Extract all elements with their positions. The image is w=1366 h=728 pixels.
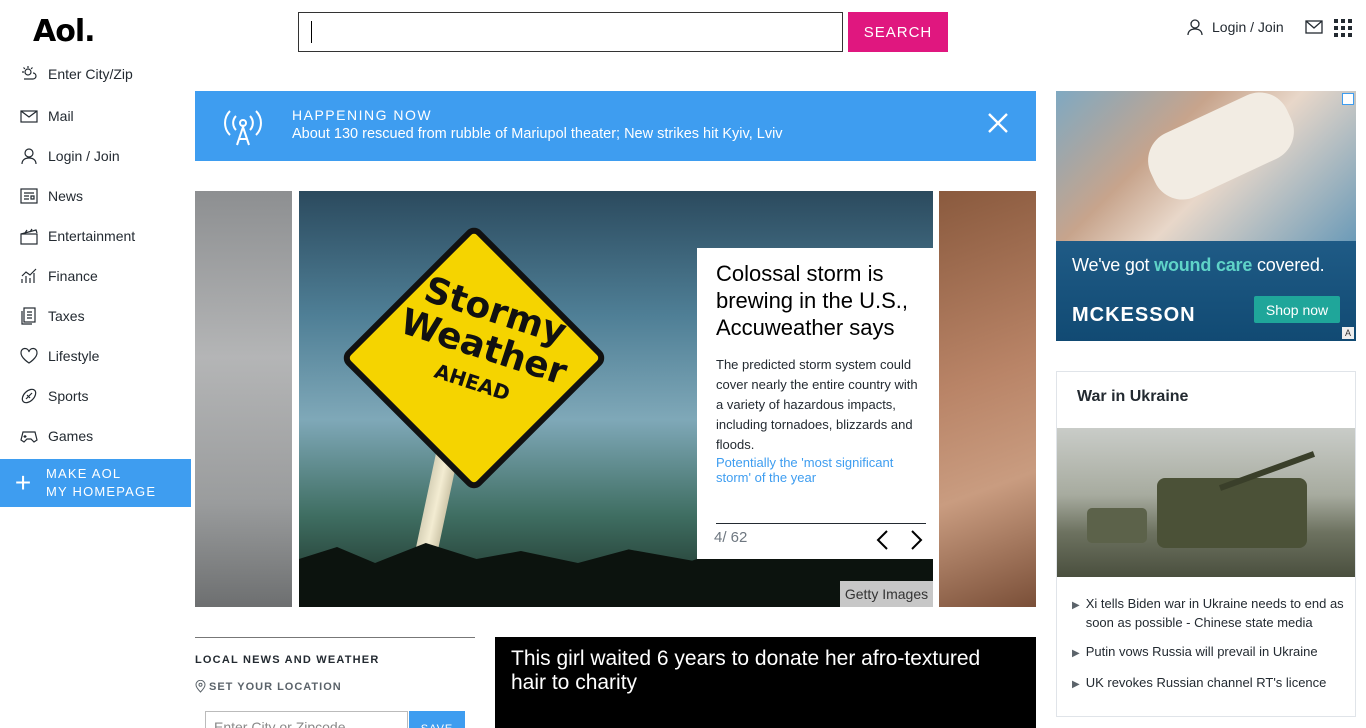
- sidebar-item-location[interactable]: Enter City/Zip: [0, 60, 191, 88]
- heart-icon: [20, 347, 38, 364]
- document-icon: [21, 307, 36, 325]
- close-icon[interactable]: [987, 112, 1009, 134]
- ad-cta-button[interactable]: Shop now: [1254, 296, 1340, 323]
- apps-grid-icon[interactable]: [1334, 19, 1352, 37]
- sidebar-item-taxes[interactable]: Taxes: [0, 296, 191, 336]
- gamepad-icon: [20, 431, 38, 443]
- video-title: This girl waited 6 years to donate her a…: [511, 647, 981, 694]
- ukraine-tank-image[interactable]: [1057, 428, 1355, 577]
- card-divider: [716, 523, 926, 524]
- news-icon: [20, 188, 38, 204]
- top-login-link[interactable]: Login / Join: [1186, 18, 1284, 36]
- happening-label: HAPPENING NOW: [292, 107, 433, 123]
- chart-icon: [21, 268, 37, 283]
- top-login-label: Login / Join: [1212, 19, 1284, 35]
- make-home-line2: MY HOMEPAGE: [46, 484, 157, 499]
- happening-now-banner[interactable]: HAPPENING NOW About 130 rescued from rub…: [195, 91, 1036, 161]
- sidebar-item-lifestyle[interactable]: Lifestyle: [0, 336, 191, 376]
- sidebar-item-news[interactable]: News: [0, 176, 191, 216]
- location-pin-icon: [195, 680, 206, 693]
- make-home-line1: MAKE AOL: [46, 466, 122, 481]
- sidebar-item-finance[interactable]: Finance: [0, 256, 191, 296]
- adchoices-icon[interactable]: [1342, 93, 1354, 105]
- sidebar-item-label: Entertainment: [48, 228, 136, 244]
- sidebar-item-sports[interactable]: Sports: [0, 376, 191, 416]
- sidebar-item-label: Sports: [48, 388, 89, 404]
- search-button[interactable]: SEARCH: [848, 12, 948, 52]
- sidebar-item-label: Enter City/Zip: [48, 66, 133, 82]
- sidebar-item-label: Mail: [48, 108, 74, 124]
- sidebar-item-label: Games: [48, 428, 94, 444]
- user-icon: [21, 148, 37, 165]
- ad-info-icon[interactable]: A: [1342, 327, 1354, 339]
- mail-icon: [20, 110, 38, 123]
- sidebar-item-games[interactable]: Games: [0, 416, 191, 456]
- local-news-title: LOCAL NEWS AND WEATHER: [195, 654, 380, 666]
- mail-icon[interactable]: [1305, 20, 1323, 34]
- tank-graphic: [1157, 478, 1307, 548]
- text-caret: [311, 21, 312, 43]
- aol-logo[interactable]: Aol.: [33, 14, 96, 49]
- chevron-right-icon[interactable]: [910, 529, 924, 551]
- clapperboard-icon: [20, 228, 38, 245]
- slide-counter: 4/ 62: [714, 529, 748, 546]
- war-in-ukraine-module: War in Ukraine ▶ Xi tells Biden war in Uk…: [1056, 371, 1356, 717]
- football-icon: [21, 388, 37, 404]
- zip-input[interactable]: Enter City or Zipcode: [205, 711, 408, 728]
- plus-icon: +: [14, 467, 32, 498]
- video-player[interactable]: This girl waited 6 years to donate her a…: [495, 637, 1036, 728]
- search-input[interactable]: [298, 12, 843, 52]
- advertisement[interactable]: We've got wound care covered. MCKESSON S…: [1056, 91, 1356, 341]
- slide-summary: The predicted storm system could cover n…: [716, 357, 918, 452]
- triangle-bullet-icon: ▶: [1072, 648, 1080, 659]
- tank-graphic: [1087, 508, 1147, 543]
- next-slide-image[interactable]: [939, 191, 1036, 607]
- news-carousel: Stormy Weather AHEAD Getty Images Coloss…: [195, 191, 1036, 607]
- list-item[interactable]: ▶ UK revokes Russian channel RT's licence: [1072, 673, 1347, 694]
- sidebar-item-label: Taxes: [48, 308, 85, 324]
- happening-headline[interactable]: About 130 rescued from rubble of Mariupo…: [292, 126, 783, 142]
- make-homepage-button[interactable]: + MAKE AOL MY HOMEPAGE: [0, 459, 191, 507]
- slide-title[interactable]: Colossal storm is brewing in the U.S., A…: [716, 260, 925, 341]
- sidebar: Enter City/Zip Mail Login / Join News En…: [0, 60, 191, 456]
- sidebar-item-label: Login / Join: [48, 148, 120, 164]
- sidebar-item-label: Lifestyle: [48, 348, 100, 364]
- slide-related-link[interactable]: Potentially the 'most significant storm'…: [716, 455, 925, 485]
- weather-icon: [22, 66, 37, 80]
- sidebar-item-mail[interactable]: Mail: [0, 96, 191, 136]
- user-icon: [1187, 19, 1203, 36]
- triangle-bullet-icon: ▶: [1072, 679, 1080, 690]
- sidebar-item-entertainment[interactable]: Entertainment: [0, 216, 191, 256]
- save-button[interactable]: SAVE: [409, 711, 465, 728]
- set-location-link[interactable]: SET YOUR LOCATION: [195, 680, 475, 693]
- ad-brand-logo: MCKESSON: [1072, 304, 1196, 326]
- set-location-label: SET YOUR LOCATION: [209, 680, 342, 693]
- ad-tagline: We've got wound care covered.: [1072, 255, 1325, 275]
- module-title[interactable]: War in Ukraine: [1077, 388, 1188, 406]
- list-item[interactable]: ▶ Putin vows Russia will prevail in Ukrai…: [1072, 642, 1347, 663]
- slide-caption-card: Colossal storm is brewing in the U.S., A…: [697, 248, 937, 559]
- chevron-left-icon[interactable]: [875, 529, 889, 551]
- sidebar-item-label: News: [48, 188, 84, 204]
- list-item[interactable]: ▶ Xi tells Biden war in Ukraine needs to …: [1072, 594, 1347, 632]
- broadcast-icon: [224, 110, 262, 146]
- previous-slide-image[interactable]: [195, 191, 292, 607]
- triangle-bullet-icon: ▶: [1072, 600, 1080, 611]
- sidebar-item-login[interactable]: Login / Join: [0, 136, 191, 176]
- sidebar-item-label: Finance: [48, 268, 98, 284]
- headline-list: ▶ Xi tells Biden war in Ukraine needs to …: [1072, 594, 1347, 704]
- local-news-module: LOCAL NEWS AND WEATHER SET YOUR LOCATION…: [195, 637, 475, 728]
- photo-credit: Getty Images: [840, 581, 933, 607]
